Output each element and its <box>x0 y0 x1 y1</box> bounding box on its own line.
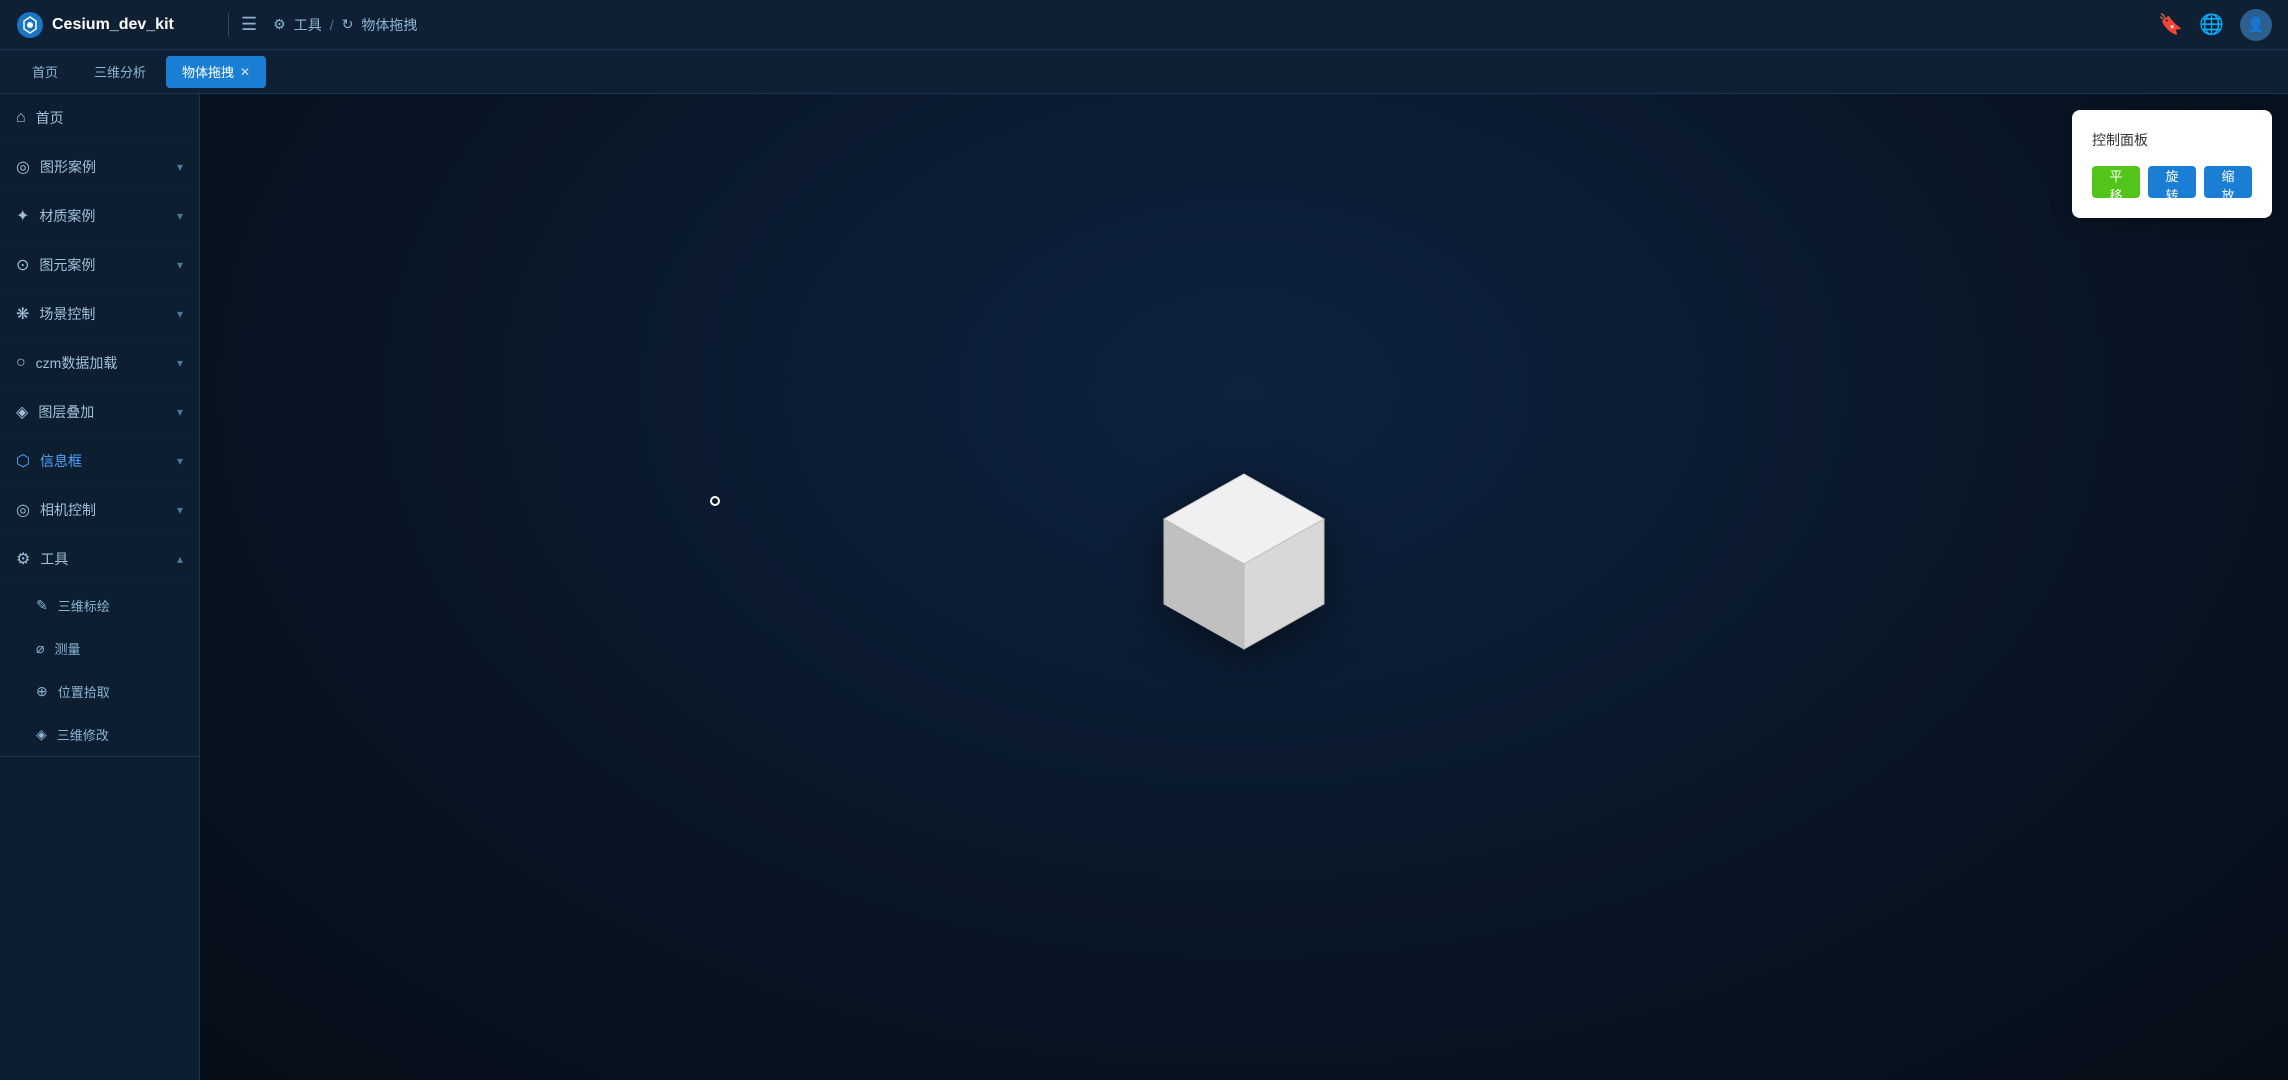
tab-object-drag[interactable]: 物体拖拽 ✕ <box>166 56 266 88</box>
tab-object-drag-label: 物体拖拽 <box>182 62 234 81</box>
sidebar-item-material-cases[interactable]: ✦ 材质案例 ▾ <box>0 192 199 241</box>
cursor <box>710 496 720 506</box>
avatar[interactable]: 👤 <box>2240 9 2272 41</box>
tab-3d-analysis-label: 三维分析 <box>94 62 146 81</box>
main-layout: ⌂ 首页 ◎ 图形案例 ▾ ✦ 材质案例 ▾ ⊙ 图元案例 ▾ ❋ 场景控制 ▾… <box>0 94 2288 1080</box>
sidebar-item-home[interactable]: ⌂ 首页 <box>0 94 199 143</box>
sidebar-item-layer-add[interactable]: ◈ 图层叠加 ▾ <box>0 388 199 437</box>
3d-markup-label: 三维标绘 <box>58 596 110 615</box>
nav-tool-label: 工具 <box>294 15 322 35</box>
sidebar-tools-label: 工具 <box>40 549 167 569</box>
nav-tool-icon: ⚙ <box>273 16 286 33</box>
location-pick-label: 位置拾取 <box>58 682 110 701</box>
sidebar-sub-item-3d-modify[interactable]: ◈ 三维修改 <box>0 713 199 757</box>
nav-page-label: 物体拖拽 <box>361 15 417 35</box>
sidebar-item-camera-control[interactable]: ◎ 相机控制 ▾ <box>0 486 199 535</box>
scale-button[interactable]: 缩放 <box>2204 166 2252 198</box>
breadcrumb: ☰ ⚙ 工具 / ↻ 物体拖拽 <box>241 14 417 35</box>
sidebar: ⌂ 首页 ◎ 图形案例 ▾ ✦ 材质案例 ▾ ⊙ 图元案例 ▾ ❋ 场景控制 ▾… <box>0 94 200 1080</box>
sidebar-layer-add-label: 图层叠加 <box>38 402 167 422</box>
graphic-cases-icon: ◎ <box>16 157 30 177</box>
location-pick-icon: ⊕ <box>36 683 48 700</box>
breadcrumb-separator: / <box>330 17 334 33</box>
sidebar-home-label: 首页 <box>36 108 183 128</box>
sidebar-sub-item-measure[interactable]: ⌀ 测量 <box>0 627 199 670</box>
sidebar-scene-control-label: 场景控制 <box>39 304 167 324</box>
bookmark-icon[interactable]: 🔖 <box>2158 12 2183 37</box>
viewport[interactable]: 控制面板 平移 旋转 缩放 <box>200 94 2288 1080</box>
camera-control-arrow-icon: ▾ <box>177 503 183 517</box>
tab-close-icon[interactable]: ✕ <box>240 65 250 79</box>
sidebar-item-tools[interactable]: ⚙ 工具 ▴ <box>0 535 199 584</box>
3d-cube-container <box>1154 464 1334 669</box>
menu-icon[interactable]: ☰ <box>241 14 257 35</box>
logo-text: Cesium_dev_kit <box>52 16 174 34</box>
czm-data-icon: ○ <box>16 354 26 372</box>
control-panel: 控制面板 平移 旋转 缩放 <box>2072 110 2272 218</box>
sidebar-sub-item-location-pick[interactable]: ⊕ 位置拾取 <box>0 670 199 713</box>
globe-icon[interactable]: 🌐 <box>2199 12 2224 37</box>
sidebar-graphic-cases-label: 图形案例 <box>40 157 167 177</box>
camera-control-icon: ◎ <box>16 500 30 520</box>
material-cases-arrow-icon: ▾ <box>177 209 183 223</box>
scene-control-icon: ❋ <box>16 304 29 324</box>
sidebar-item-info-box[interactable]: ⬡ 信息框 ▾ <box>0 437 199 486</box>
material-cases-icon: ✦ <box>16 206 29 226</box>
graphic-cases-arrow-icon: ▾ <box>177 160 183 174</box>
sidebar-czm-data-label: czm数据加载 <box>36 353 167 373</box>
sidebar-sub-item-3d-markup[interactable]: ✎ 三维标绘 <box>0 584 199 627</box>
3d-modify-icon: ◈ <box>36 726 47 743</box>
measure-icon: ⌀ <box>36 640 44 657</box>
sidebar-camera-control-label: 相机控制 <box>40 500 167 520</box>
sidebar-info-box-label: 信息框 <box>40 451 167 471</box>
element-cases-icon: ⊙ <box>16 255 29 275</box>
sidebar-element-cases-label: 图元案例 <box>39 255 167 275</box>
logo: Cesium_dev_kit <box>16 11 216 39</box>
layer-add-icon: ◈ <box>16 402 28 422</box>
element-cases-arrow-icon: ▾ <box>177 258 183 272</box>
tabs-bar: 首页 三维分析 物体拖拽 ✕ <box>0 50 2288 94</box>
avatar-icon: 👤 <box>2247 16 2264 33</box>
tools-arrow-icon: ▴ <box>177 552 183 566</box>
measure-label: 测量 <box>54 639 80 658</box>
sidebar-material-cases-label: 材质案例 <box>39 206 167 226</box>
sidebar-item-graphic-cases[interactable]: ◎ 图形案例 ▾ <box>0 143 199 192</box>
3d-markup-icon: ✎ <box>36 597 48 614</box>
header: Cesium_dev_kit ☰ ⚙ 工具 / ↻ 物体拖拽 🔖 🌐 👤 <box>0 0 2288 50</box>
tools-icon: ⚙ <box>16 549 30 569</box>
sidebar-item-element-cases[interactable]: ⊙ 图元案例 ▾ <box>0 241 199 290</box>
3d-cube <box>1154 464 1334 664</box>
logo-icon <box>16 11 44 39</box>
sidebar-item-czm-data[interactable]: ○ czm数据加载 ▾ <box>0 339 199 388</box>
rotate-button[interactable]: 旋转 <box>2148 166 2196 198</box>
scene-control-arrow-icon: ▾ <box>177 307 183 321</box>
3d-modify-label: 三维修改 <box>57 725 109 744</box>
tab-home[interactable]: 首页 <box>16 56 74 88</box>
control-panel-buttons: 平移 旋转 缩放 <box>2092 166 2252 198</box>
control-panel-title: 控制面板 <box>2092 130 2252 150</box>
sidebar-item-scene-control[interactable]: ❋ 场景控制 ▾ <box>0 290 199 339</box>
info-box-arrow-icon: ▾ <box>177 454 183 468</box>
layer-add-arrow-icon: ▾ <box>177 405 183 419</box>
header-divider <box>228 13 229 37</box>
czm-data-arrow-icon: ▾ <box>177 356 183 370</box>
header-right: 🔖 🌐 👤 <box>2158 9 2272 41</box>
home-icon: ⌂ <box>16 109 26 127</box>
info-box-icon: ⬡ <box>16 451 30 471</box>
nav-page-icon: ↻ <box>342 16 354 33</box>
translate-button[interactable]: 平移 <box>2092 166 2140 198</box>
tab-home-label: 首页 <box>32 62 58 81</box>
tab-3d-analysis[interactable]: 三维分析 <box>78 56 162 88</box>
